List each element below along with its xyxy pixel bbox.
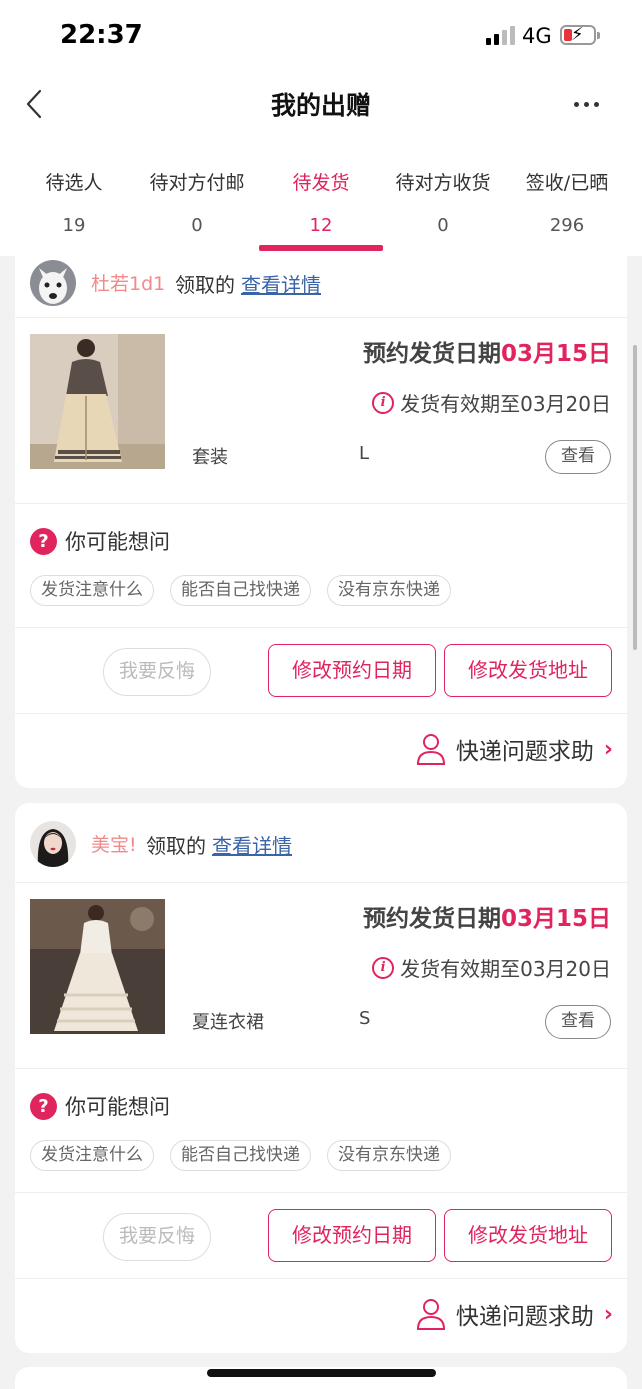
tab-count: 19 [62,215,86,236]
view-button[interactable]: 查看 [545,1005,611,1039]
tab-count: 0 [191,215,203,236]
product-row: 预约发货日期03月15日 i 发货有效期至03月20日 夏连衣裙 S 查看 [15,883,627,1069]
question-icon: ? [30,527,57,555]
tab-pending-receipt[interactable]: 待对方收货 0 [381,142,505,236]
tab-count: 12 [309,215,333,236]
faq-section: ? 你可能想问 发货注意什么 能否自己找快递 没有京东快递 [15,504,627,628]
courier-help-label: 快递问题求助 [455,739,594,765]
ship-valid-label: 发货有效期至03月20日 [400,957,611,981]
status-tabs: 待选人 19 待对方付邮 0 待发货 12 待对方收货 0 签收/已晒 296 [0,142,642,256]
ship-valid: i 发货有效期至03月20日 [372,388,611,417]
ship-valid-label: 发货有效期至03月20日 [400,392,611,416]
change-address-button[interactable]: 修改发货地址 [444,1209,612,1262]
regret-button[interactable]: 我要反悔 [103,1213,211,1261]
tab-label: 待对方收货 [395,172,491,194]
product-row: 预约发货日期03月15日 i 发货有效期至03月20日 套装 L 查看 [15,318,627,504]
chevron-right-icon: › [603,1301,613,1327]
signal-icon [486,26,515,45]
order-card: 杜若1d1 领取的 查看详情 预约发货日期03月15日 i 发货有效期至03月20… [15,256,627,788]
faq-chip[interactable]: 能否自己找快递 [170,1140,311,1171]
actions-row: 我要反悔 修改预约日期 修改发货地址 [15,1193,627,1279]
page-title: 我的出赠 [270,91,371,120]
tab-pending-select[interactable]: 待选人 19 [12,142,136,236]
product-type: 套装 [192,447,228,468]
tab-label: 待选人 [45,172,103,194]
faq-header: ? 你可能想问 [30,1091,170,1121]
regret-button[interactable]: 我要反悔 [103,648,211,696]
courier-help[interactable]: 快递问题求助 › [416,732,613,766]
faq-title: 你可能想问 [65,530,170,554]
person-icon [416,733,446,765]
claimed-label: 领取的 [146,834,206,858]
faq-chip[interactable]: 没有京东快递 [327,575,451,606]
product-photo[interactable] [30,899,165,1034]
product-size: S [359,1008,371,1029]
courier-help-label: 快递问题求助 [455,1304,594,1330]
tab-label: 待发货 [292,172,350,194]
courier-help-row[interactable]: 快递问题求助 › [15,1279,627,1349]
courier-help-row[interactable]: 快递问题求助 › [15,714,627,784]
scrollbar[interactable] [633,345,637,650]
tab-pending-postage[interactable]: 待对方付邮 0 [135,142,259,236]
claim-text: 领取的 查看详情 [146,830,292,859]
status-bar: 22:37 4G ⚡ [0,0,642,72]
product-size: L [359,443,370,464]
claimed-label: 领取的 [175,273,235,297]
tab-count: 296 [549,215,585,236]
view-button[interactable]: 查看 [545,440,611,474]
product-photo[interactable] [30,334,165,469]
ship-date: 预约发货日期03月15日 [363,334,611,368]
more-icon[interactable] [574,92,614,116]
faq-title: 你可能想问 [65,1095,170,1119]
faq-chip[interactable]: 没有京东快递 [327,1140,451,1171]
active-tab-indicator [259,245,383,251]
ship-date-value: 03月15日 [500,906,611,932]
tab-received[interactable]: 签收/已晒 296 [505,142,629,236]
view-details-link[interactable]: 查看详情 [241,273,321,297]
ship-date-label: 预约发货日期 [362,341,501,367]
faq-section: ? 你可能想问 发货注意什么 能否自己找快递 没有京东快递 [15,1069,627,1193]
change-address-button[interactable]: 修改发货地址 [444,644,612,697]
change-date-button[interactable]: 修改预约日期 [268,644,436,697]
network-type: 4G [522,24,552,48]
question-icon: ? [30,1092,57,1120]
info-icon: i [372,956,395,979]
order-card: 美宝! 领取的 查看详情 预约发货日期03月15日 i 发货有效期至03月20日 … [15,803,627,1353]
ship-valid: i 发货有效期至03月20日 [372,953,611,982]
faq-chips: 发货注意什么 能否自己找快递 没有京东快递 [30,575,451,606]
person-icon [416,1298,446,1330]
faq-chip[interactable]: 能否自己找快递 [170,575,311,606]
charging-icon: ⚡ [571,24,584,45]
claimer-row: 美宝! 领取的 查看详情 [15,803,627,883]
faq-chip[interactable]: 发货注意什么 [30,575,154,606]
nav-bar: 我的出赠 [0,72,642,142]
faq-chip[interactable]: 发货注意什么 [30,1140,154,1171]
chevron-right-icon: › [603,736,613,762]
view-details-link[interactable]: 查看详情 [212,834,292,858]
change-date-button[interactable]: 修改预约日期 [268,1209,436,1262]
ship-date-value: 03月15日 [500,341,611,367]
status-time: 22:37 [60,20,143,50]
claim-text: 领取的 查看详情 [175,269,321,298]
tab-pending-shipment[interactable]: 待发货 12 [259,142,383,236]
avatar[interactable] [30,260,76,306]
courier-help[interactable]: 快递问题求助 › [416,1297,613,1331]
faq-chips: 发货注意什么 能否自己找快递 没有京东快递 [30,1140,451,1171]
tab-count: 0 [437,215,449,236]
tab-label: 签收/已晒 [525,172,609,194]
claimer-row: 杜若1d1 领取的 查看详情 [15,256,627,318]
home-indicator[interactable] [207,1369,436,1377]
faq-header: ? 你可能想问 [30,526,170,556]
avatar[interactable] [30,821,76,867]
tab-label: 待对方付邮 [149,172,245,194]
product-type: 夏连衣裙 [192,1012,264,1033]
ship-date: 预约发货日期03月15日 [363,899,611,933]
claimer-name[interactable]: 杜若1d1 [91,269,165,296]
actions-row: 我要反悔 修改预约日期 修改发货地址 [15,628,627,714]
claimer-name[interactable]: 美宝! [91,830,137,857]
info-icon: i [372,391,395,414]
ship-date-label: 预约发货日期 [362,906,501,932]
